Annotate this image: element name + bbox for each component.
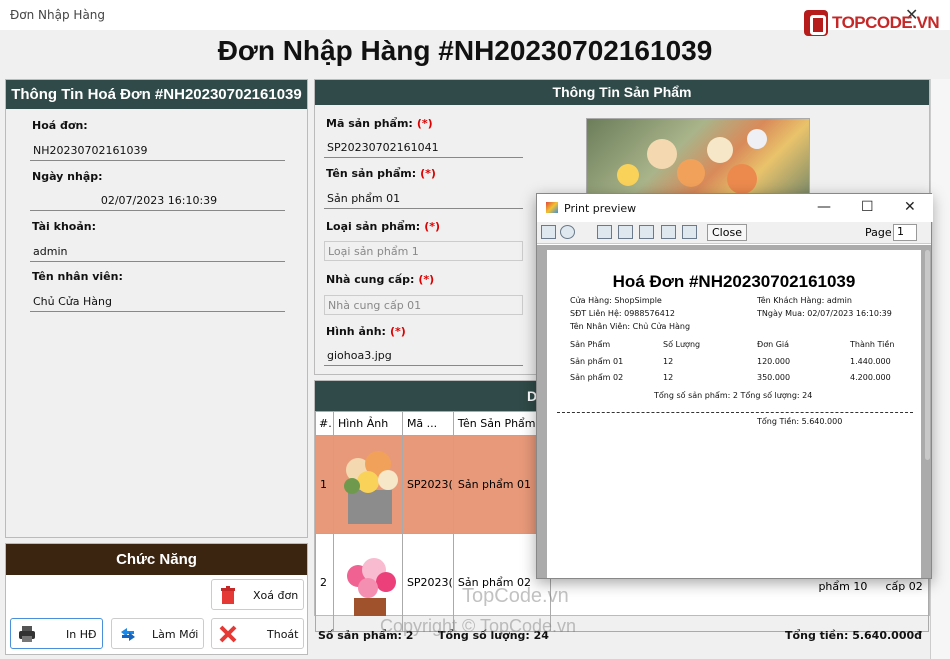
preview-scrollbar[interactable] — [925, 250, 930, 460]
four-page-icon[interactable] — [661, 225, 676, 239]
row-image — [332, 435, 403, 534]
invoice-paper: Hoá Đơn #NH20230702161039 Cửa Hàng: Shop… — [547, 250, 930, 578]
paper-row2-product: Sản phẩm 02 — [570, 373, 624, 382]
paper-row1-total: 1.440.000 — [850, 357, 891, 366]
row-code: SP2023( — [401, 435, 454, 534]
paper-total: Tổng Tiền: 5.640.000 — [757, 417, 843, 426]
product-info-header: Thông Tin Sản Phẩm — [315, 80, 929, 105]
paper-date: TNgày Mua: 02/07/2023 16:10:39 — [757, 309, 892, 318]
name-label: Tên sản phẩm: (*) — [326, 167, 436, 180]
invoice-info-header: Thông Tin Hoá Đơn #NH20230702161039 — [6, 80, 307, 109]
delete-button[interactable]: Xoá đơn — [211, 579, 304, 610]
invoice-field[interactable]: NH20230702161039 — [30, 141, 285, 161]
row-extra-1: phẩm 10 — [818, 580, 868, 593]
paper-customer: Tên Khách Hàng: admin — [757, 296, 852, 305]
two-page-icon[interactable] — [618, 225, 633, 239]
paper-staff: Tên Nhân Viên: Chủ Cửa Hàng — [570, 322, 691, 331]
supplier-label: Nhà cung cấp: (*) — [326, 273, 435, 286]
paper-row1-price: 120.000 — [757, 357, 791, 366]
print-preview-canvas: Hoá Đơn #NH20230702161039 Cửa Hàng: Shop… — [537, 245, 931, 578]
page-title: Đơn Nhập Hàng #NH20230702161039 — [217, 35, 713, 66]
six-page-icon[interactable] — [682, 225, 697, 239]
print-preview-titlebar: Print preview — ☐ ✕ — [537, 194, 933, 222]
print-button[interactable]: In HĐ — [10, 618, 103, 649]
paper-col-total: Thành Tiền — [850, 340, 895, 349]
print-preview-toolbar: Close Page 1 — [537, 222, 931, 244]
order-window: Đơn Nhập Hàng — ✕ TOPCODE.VN Đơn Nhập Hà… — [0, 0, 950, 659]
page-label: Page — [865, 226, 892, 239]
printer-icon — [19, 626, 35, 642]
product-photo — [586, 118, 810, 198]
account-field[interactable]: admin — [30, 242, 285, 262]
col-index[interactable]: #. — [315, 411, 334, 436]
total-amount: Tổng tiền: 5.640.000đ — [785, 629, 922, 642]
print-label: In HĐ — [66, 628, 97, 641]
function-panel: Chức Năng Xoá đơn In HĐ Làm Mới Thoát — [5, 543, 308, 655]
paper-heading: Hoá Đơn #NH20230702161039 — [612, 272, 856, 291]
watermark-copyright: Copyright © TopCode.vn — [380, 616, 577, 636]
paper-row2-total: 4.200.000 — [850, 373, 891, 382]
paper-divider — [557, 412, 913, 413]
row-index: 2 — [315, 533, 334, 632]
code-label: Mã sản phẩm: (*) — [326, 117, 433, 130]
three-page-icon[interactable] — [639, 225, 654, 239]
paper-row2-price: 350.000 — [757, 373, 791, 382]
one-page-icon[interactable] — [597, 225, 612, 239]
minimize-icon[interactable]: — — [817, 199, 831, 215]
right-scroll-strip — [930, 79, 950, 659]
paper-row1-qty: 12 — [663, 357, 674, 366]
image-field[interactable]: giohoa3.jpg — [324, 346, 523, 366]
print-preview-dialog: Print preview — ☐ ✕ Close Page 1 Hoá Đơn… — [536, 193, 933, 579]
col-image[interactable]: Hình Ảnh — [332, 411, 403, 436]
date-field[interactable]: 02/07/2023 16:10:39 — [30, 191, 285, 211]
print-icon[interactable] — [541, 225, 556, 239]
account-label: Tài khoản: — [32, 220, 97, 233]
invoice-info-panel: Thông Tin Hoá Đơn #NH20230702161039 Hoá … — [5, 79, 308, 538]
function-header: Chức Năng — [6, 544, 307, 575]
delete-label: Xoá đơn — [253, 589, 299, 602]
maximize-icon[interactable]: ☐ — [861, 199, 874, 215]
paper-row1-product: Sản phẩm 01 — [570, 357, 624, 366]
staff-label: Tên nhân viên: — [32, 270, 123, 283]
type-label: Loại sản phẩm: (*) — [326, 220, 441, 233]
name-field[interactable]: Sản phẩm 01 — [324, 189, 523, 209]
invoice-label: Hoá đơn: — [32, 119, 88, 132]
exit-button[interactable]: Thoát — [211, 618, 304, 649]
type-select[interactable]: Loại sản phẩm 1 — [324, 241, 523, 261]
supplier-select[interactable]: Nhà cung cấp 01 — [324, 295, 523, 315]
date-label: Ngày nhập: — [32, 170, 103, 183]
staff-field[interactable]: Chủ Cửa Hàng — [30, 292, 285, 312]
print-preview-icon — [546, 202, 558, 213]
row-index: 1 — [315, 435, 334, 534]
paper-row2-qty: 12 — [663, 373, 674, 382]
paper-summary: Tổng số sản phẩm: 2 Tổng số lượng: 24 — [654, 391, 813, 400]
row-extra-2: cấp 02 — [885, 580, 923, 593]
paper-phone: SĐT Liên Hệ: 0988576412 — [570, 309, 675, 318]
print-preview-close-button[interactable]: Close — [707, 224, 747, 241]
refresh-button[interactable]: Làm Mới — [111, 618, 204, 649]
x-icon — [219, 625, 237, 643]
page-spinner[interactable]: 1 — [893, 224, 917, 241]
image-label: Hình ảnh: (*) — [326, 325, 406, 338]
flower-bouquet-image — [346, 558, 396, 616]
exit-label: Thoát — [267, 628, 299, 641]
flower-basket-image — [343, 451, 398, 524]
paper-col-product: Sản Phẩm — [570, 340, 611, 349]
refresh-label: Làm Mới — [152, 628, 199, 641]
code-field[interactable]: SP20230702161041 — [324, 138, 523, 158]
print-preview-title: Print preview — [564, 202, 637, 215]
zoom-icon[interactable] — [560, 225, 575, 239]
col-code[interactable]: Mã ... — [401, 411, 454, 436]
watermark-topcode: TopCode.vn — [462, 585, 569, 607]
refresh-icon — [121, 628, 135, 641]
topcode-logo-icon — [804, 10, 828, 36]
paper-col-qty: Số Lượng — [663, 340, 701, 349]
brand-text: TOPCODE.VN — [832, 13, 940, 32]
paper-store: Cửa Hàng: ShopSimple — [570, 296, 662, 305]
paper-col-price: Đơn Giá — [757, 340, 790, 349]
close-icon[interactable]: ✕ — [904, 199, 916, 215]
window-title: Đơn Nhập Hàng — [10, 8, 106, 22]
trash-icon — [221, 586, 235, 604]
